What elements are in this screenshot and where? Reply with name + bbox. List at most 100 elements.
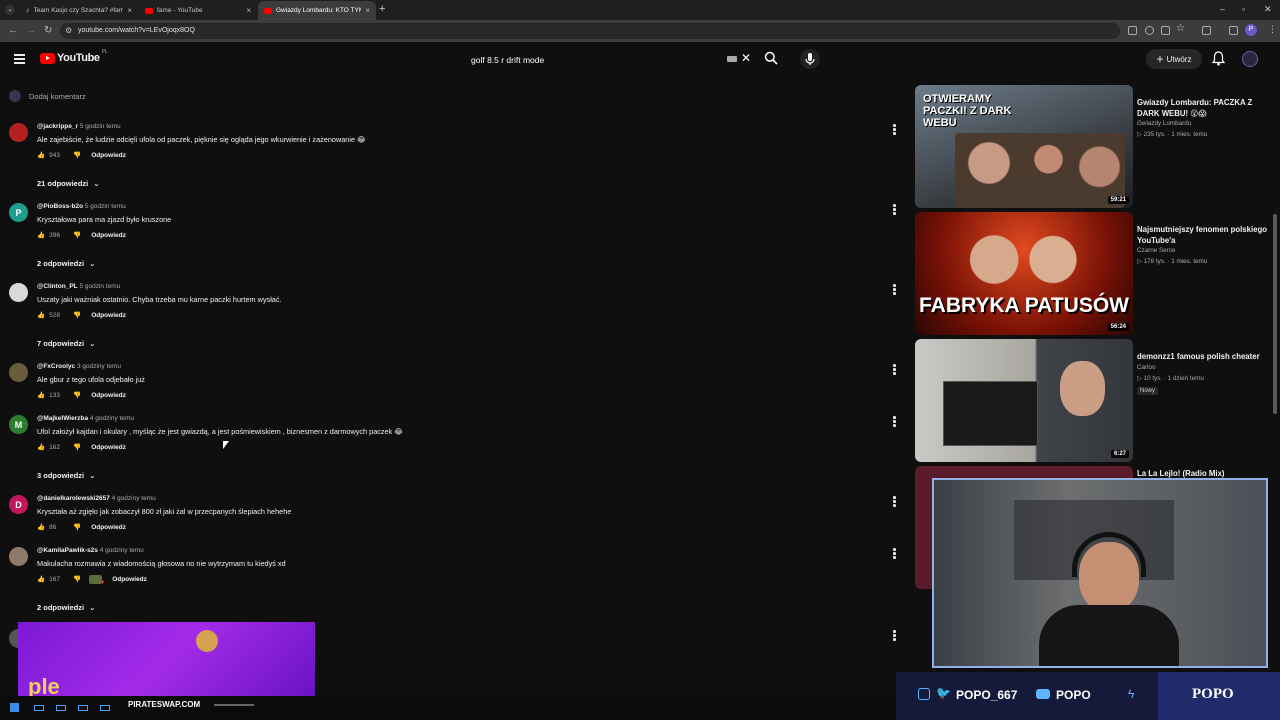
browser-tab-1[interactable]: ♪ Team Kasjo czy Szachta? #fame ×: [20, 1, 138, 20]
comment-composer[interactable]: Dodaj komentarz: [9, 90, 86, 102]
related-video-item[interactable]: OTWIERAMY PACZKI! Z DARK WEBU 59:21 Gwia…: [915, 85, 1275, 210]
taskbar-app-icon[interactable]: [34, 705, 44, 711]
commenter-avatar[interactable]: P: [9, 203, 28, 222]
close-tab-icon[interactable]: ×: [127, 6, 132, 15]
view-replies-button[interactable]: 7 odpowiedzi ⌄: [37, 339, 95, 348]
reply-button[interactable]: Odpowiedz: [112, 576, 147, 583]
search-button[interactable]: [764, 51, 778, 65]
comment-time[interactable]: 5 godzin temu: [79, 283, 120, 290]
reply-button[interactable]: Odpowiedz: [91, 312, 126, 319]
tab-list-chevron-icon[interactable]: ⌄: [5, 5, 15, 15]
windows-start-icon[interactable]: [10, 703, 19, 712]
comment-author[interactable]: @MajkelWierzba: [37, 415, 88, 422]
comment-author[interactable]: @Clinton_PL: [37, 283, 78, 290]
minimize-icon[interactable]: –: [1220, 4, 1225, 14]
comment-author[interactable]: @FxCroolyc: [37, 363, 75, 370]
commenter-avatar[interactable]: [9, 123, 28, 142]
video-thumbnail[interactable]: FABRYKA PATUSÓW 56:24: [915, 212, 1133, 335]
commenter-avatar[interactable]: M: [9, 415, 28, 434]
comment-author[interactable]: @PioBoss-b2o: [37, 203, 83, 210]
view-replies-button[interactable]: 2 odpowiedzi ⌄: [37, 259, 95, 268]
reply-button[interactable]: Odpowiedz: [91, 232, 126, 239]
comment-author[interactable]: @KamilaPawlik-s2s: [37, 547, 98, 554]
related-video-item[interactable]: FABRYKA PATUSÓW 56:24 Najsmutniejszy fen…: [915, 212, 1275, 337]
zoom-icon[interactable]: [1145, 26, 1154, 35]
comment-more-icon[interactable]: [893, 203, 897, 216]
comment-time[interactable]: 5 godzin temu: [85, 203, 126, 210]
thumbs-down-icon[interactable]: 👎: [73, 391, 81, 399]
create-button[interactable]: + Utwórz: [1146, 49, 1202, 69]
channel-name[interactable]: Czarne Serce: [1137, 247, 1176, 254]
video-thumbnail[interactable]: OTWIERAMY PACZKI! Z DARK WEBU 59:21: [915, 85, 1133, 208]
comment-time[interactable]: 5 godzin temu: [80, 123, 121, 130]
thumbs-up-icon[interactable]: 👍: [37, 231, 45, 239]
comment-time[interactable]: 4 godziny temu: [100, 547, 144, 554]
view-replies-button[interactable]: 2 odpowiedzi ⌄: [37, 603, 95, 612]
thumbs-up-icon[interactable]: 👍: [37, 523, 45, 531]
video-title[interactable]: Najsmutniejszy fenomen polskiego YouTube…: [1137, 224, 1267, 246]
comment-more-icon[interactable]: [893, 283, 897, 296]
extensions-icon[interactable]: [1202, 26, 1211, 35]
bookmark-star-icon[interactable]: ☆: [1176, 23, 1185, 34]
page-scrollbar[interactable]: [1273, 214, 1277, 414]
related-video-item[interactable]: 6:27 demonzz1 famous polish cheater Carl…: [915, 339, 1275, 464]
commenter-avatar[interactable]: [9, 547, 28, 566]
commenter-avatar[interactable]: [9, 283, 28, 302]
site-info-icon[interactable]: ⚙: [65, 26, 72, 35]
reload-icon[interactable]: ↻: [44, 25, 52, 36]
voice-search-button[interactable]: [800, 49, 820, 69]
thumbs-up-icon[interactable]: 👍: [37, 311, 45, 319]
thumbs-up-icon[interactable]: 👍: [37, 575, 45, 583]
reply-button[interactable]: Odpowiedz: [91, 392, 126, 399]
sidebar-icon[interactable]: [1229, 26, 1238, 35]
keyboard-icon[interactable]: [727, 56, 737, 62]
hamburger-menu-icon[interactable]: [14, 54, 25, 64]
reply-button[interactable]: Odpowiedz: [91, 152, 126, 159]
close-tab-icon[interactable]: ×: [365, 6, 370, 15]
thumbs-up-icon[interactable]: 👍: [37, 443, 45, 451]
commenter-avatar[interactable]: [9, 363, 28, 382]
comment-time[interactable]: 4 godziny temu: [112, 495, 156, 502]
cast-icon[interactable]: [1161, 26, 1170, 35]
comment-time[interactable]: 3 godziny temu: [77, 363, 121, 370]
thumbs-up-icon[interactable]: 👍: [37, 391, 45, 399]
video-title[interactable]: demonzz1 famous polish cheater: [1137, 351, 1267, 362]
close-tab-icon[interactable]: ×: [246, 6, 251, 15]
thumbs-down-icon[interactable]: 👎: [73, 151, 81, 159]
reply-button[interactable]: Odpowiedz: [91, 524, 126, 531]
sponsored-video-banner[interactable]: ple: [18, 622, 315, 696]
close-window-icon[interactable]: ✕: [1264, 4, 1272, 15]
thumbs-up-icon[interactable]: 👍: [37, 151, 45, 159]
commenter-avatar[interactable]: D: [9, 495, 28, 514]
thumbs-down-icon[interactable]: 👎: [73, 231, 81, 239]
notifications-bell-icon[interactable]: [1212, 51, 1225, 66]
thumbs-down-icon[interactable]: 👎: [73, 311, 81, 319]
comment-more-icon[interactable]: [893, 629, 897, 642]
comment-time[interactable]: 4 godziny temu: [90, 415, 134, 422]
comment-more-icon[interactable]: [893, 495, 897, 508]
browser-tab-3[interactable]: Gwiazdy Lombardu: KTO TYM Ł ×: [258, 1, 376, 20]
browser-tab-2[interactable]: fame - YouTube ×: [139, 1, 257, 20]
comment-author[interactable]: @jackrippe_r: [37, 123, 78, 130]
view-replies-button[interactable]: 3 odpowiedzi ⌄: [37, 471, 95, 480]
reply-button[interactable]: Odpowiedz: [91, 444, 126, 451]
comment-more-icon[interactable]: [893, 123, 897, 136]
view-replies-button[interactable]: 21 odpowiedzi ⌄: [37, 179, 100, 188]
comment-more-icon[interactable]: [893, 547, 897, 560]
channel-name[interactable]: Carloo: [1137, 364, 1156, 371]
taskbar-app-icon[interactable]: [56, 705, 66, 711]
clear-search-icon[interactable]: ✕: [741, 51, 751, 65]
profile-avatar[interactable]: P: [1245, 24, 1257, 36]
back-icon[interactable]: ←: [8, 25, 18, 36]
new-tab-button[interactable]: +: [379, 3, 385, 15]
youtube-logo[interactable]: YouTube PL: [40, 49, 108, 64]
thumbs-down-icon[interactable]: 👎: [73, 575, 81, 583]
channel-name[interactable]: Gwiazdy Lombardu: [1137, 120, 1191, 127]
comment-more-icon[interactable]: [893, 363, 897, 376]
browser-menu-icon[interactable]: ⋮: [1268, 24, 1277, 35]
maximize-icon[interactable]: ▫: [1242, 4, 1245, 14]
thumbs-down-icon[interactable]: 👎: [73, 523, 81, 531]
account-avatar[interactable]: [1242, 51, 1258, 67]
search-input[interactable]: golf 8.5 r drift mode ✕: [460, 49, 760, 69]
comment-author[interactable]: @danielkarolewski2657: [37, 495, 110, 502]
